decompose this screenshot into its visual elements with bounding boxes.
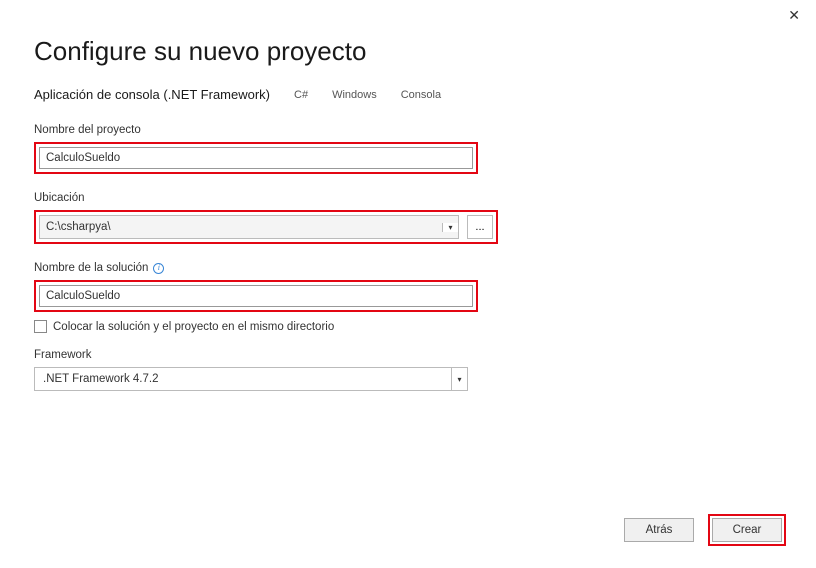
location-label: Ubicación	[34, 192, 782, 204]
tag-platform: Windows	[332, 89, 377, 101]
project-name-label: Nombre del proyecto	[34, 124, 782, 136]
tag-type: Consola	[401, 89, 441, 101]
framework-value: .NET Framework 4.7.2	[35, 373, 451, 385]
tag-language: C#	[294, 89, 308, 101]
framework-label: Framework	[34, 349, 782, 361]
page-title: Configure su nuevo proyecto	[34, 36, 782, 67]
info-icon[interactable]: i	[153, 263, 164, 274]
solution-name-input[interactable]	[39, 285, 473, 307]
chevron-down-icon[interactable]: ▾	[442, 223, 458, 232]
location-input[interactable]	[40, 216, 442, 238]
browse-button[interactable]: ...	[467, 215, 493, 239]
chevron-down-icon[interactable]: ▾	[451, 368, 467, 390]
create-button[interactable]: Crear	[712, 518, 782, 542]
framework-combo[interactable]: .NET Framework 4.7.2 ▾	[34, 367, 468, 391]
close-icon[interactable]: ✕	[788, 8, 800, 22]
same-directory-label: Colocar la solución y el proyecto en el …	[53, 321, 334, 333]
back-button[interactable]: Atrás	[624, 518, 694, 542]
template-name: Aplicación de consola (.NET Framework)	[34, 87, 270, 102]
location-combo[interactable]: ▾	[39, 215, 459, 239]
same-directory-checkbox[interactable]	[34, 320, 47, 333]
solution-name-label: Nombre de la solución	[34, 262, 148, 274]
template-summary: Aplicación de consola (.NET Framework) C…	[34, 87, 782, 102]
project-name-input[interactable]	[39, 147, 473, 169]
